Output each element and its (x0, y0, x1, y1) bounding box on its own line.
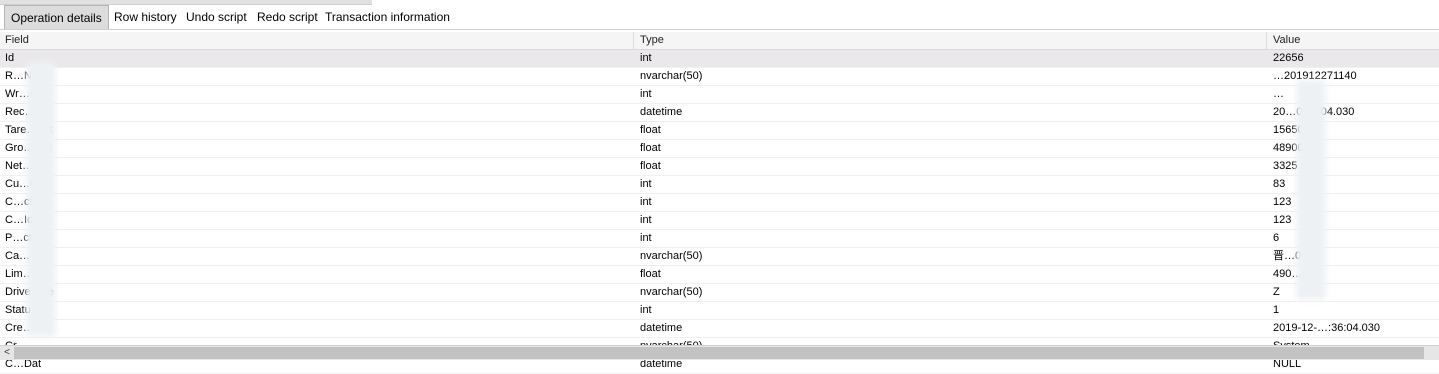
table-row[interactable]: Cu…erId int 83 (0, 176, 1439, 194)
table-row[interactable]: Lim…ber float 490… (0, 266, 1439, 284)
table-row[interactable]: Wr…dId int … (0, 86, 1439, 104)
cell-field[interactable]: Wr…dId (0, 86, 625, 103)
cell-value[interactable]: 6 (1268, 230, 1439, 247)
grid-body: Idint22656R…Nonvarchar(50)…201912271140W… (0, 50, 1439, 374)
cell-value[interactable]: 2019-12-…:36:04.030 (1268, 320, 1439, 337)
cell-value[interactable]: 123 (1268, 212, 1439, 229)
cell-type[interactable]: datetime (635, 104, 1250, 121)
table-row[interactable]: C…Id int 123 (0, 212, 1439, 230)
cell-field[interactable]: Net…ght (0, 158, 625, 175)
column-header-type[interactable]: Type (635, 32, 664, 49)
cell-field[interactable]: Statu… (0, 302, 625, 319)
cell-field[interactable]: Id (0, 50, 625, 67)
scroll-left-arrow[interactable]: < (0, 346, 14, 360)
table-row[interactable]: Statu… int 1 (0, 302, 1439, 320)
cell-value[interactable]: 22656 (1268, 50, 1439, 67)
table-row[interactable]: Cre…te datetime 2019-12-…:36:04.030 (0, 320, 1439, 338)
privacy-blur-field (26, 62, 56, 337)
table-row[interactable]: R…No nvarchar(50) …201912271140 (0, 68, 1439, 86)
cell-field[interactable]: Cre…te (0, 320, 625, 337)
cell-type[interactable]: nvarchar(50) (635, 68, 1250, 85)
cell-field[interactable]: Cu…erId (0, 176, 625, 193)
tab-bar: Operation details Row history Undo scrip… (0, 5, 1439, 30)
table-row[interactable]: P…ctId int 6 (0, 230, 1439, 248)
cell-field[interactable]: Drive…ne (0, 284, 625, 301)
cell-type[interactable]: float (635, 266, 1250, 283)
cell-value[interactable]: 3325 (1268, 158, 1439, 175)
cell-type[interactable]: int (635, 194, 1250, 211)
privacy-blur-value (1296, 80, 1326, 300)
tab-undo-script[interactable]: Undo script (186, 5, 247, 29)
cell-type[interactable]: float (635, 140, 1250, 157)
cell-type[interactable]: datetime (635, 320, 1250, 337)
cell-value[interactable]: 83 (1268, 176, 1439, 193)
tab-row-history[interactable]: Row history (114, 5, 177, 29)
table-row[interactable]: Net…ght float 3325 (0, 158, 1439, 176)
tab-operation-details[interactable]: Operation details (4, 5, 109, 29)
tab-redo-script[interactable]: Redo script (257, 5, 318, 29)
table-row[interactable]: Drive…ne nvarchar(50) Z (0, 284, 1439, 302)
table-row[interactable]: Ca… nvarchar(50) 晋…0X (0, 248, 1439, 266)
cell-value[interactable]: 晋…0X (1268, 248, 1439, 265)
cell-field[interactable]: P…ctId (0, 230, 625, 247)
cell-field[interactable]: Lim…ber (0, 266, 625, 283)
cell-type[interactable]: nvarchar(50) (635, 284, 1250, 301)
table-row[interactable]: Tare…ght float 15650 (0, 122, 1439, 140)
cell-value[interactable]: 1 (1268, 302, 1439, 319)
column-header-value[interactable]: Value (1268, 32, 1300, 49)
cell-value[interactable]: 48900 (1268, 140, 1439, 157)
cell-type[interactable]: float (635, 122, 1250, 139)
table-row[interactable]: C…ctId int 123 (0, 194, 1439, 212)
table-row[interactable]: Rec…ate datetime 20…0:36:04.030 (0, 104, 1439, 122)
table-row[interactable]: Id int 22656 (0, 50, 1439, 68)
cell-value[interactable]: … (1268, 86, 1439, 103)
cell-field[interactable]: Ca… (0, 248, 625, 265)
scroll-thumb[interactable] (14, 347, 1424, 359)
cell-value[interactable]: 490… (1268, 266, 1439, 283)
cell-type[interactable]: float (635, 158, 1250, 175)
cell-field[interactable]: C…Id (0, 212, 625, 229)
grid-header: Field Type Value (0, 32, 1439, 50)
cell-field[interactable]: C…ctId (0, 194, 625, 211)
cell-field[interactable]: Gro…ight (0, 140, 625, 157)
cell-value[interactable]: 15650 (1268, 122, 1439, 139)
cell-field[interactable]: R…No (0, 68, 625, 85)
cell-type[interactable]: int (635, 176, 1250, 193)
cell-type[interactable]: int (635, 50, 1250, 67)
cell-type[interactable]: nvarchar(50) (635, 248, 1250, 265)
cell-field[interactable]: Rec…ate (0, 104, 625, 121)
column-divider[interactable] (633, 32, 634, 49)
column-header-field[interactable]: Field (0, 32, 29, 49)
cell-type[interactable]: int (635, 230, 1250, 247)
cell-field[interactable]: Tare…ght (0, 122, 625, 139)
horizontal-scrollbar[interactable]: < (0, 345, 1439, 360)
cell-value[interactable]: Z (1268, 284, 1439, 301)
cell-type[interactable]: int (635, 302, 1250, 319)
cell-value[interactable]: 123 (1268, 194, 1439, 211)
table-row[interactable]: Gro…ight float 48900 (0, 140, 1439, 158)
cell-value[interactable]: 20…0:36:04.030 (1268, 104, 1439, 121)
cell-type[interactable]: int (635, 212, 1250, 229)
cell-type[interactable]: int (635, 86, 1250, 103)
cell-value[interactable]: …201912271140 (1268, 68, 1439, 85)
column-divider[interactable] (1266, 32, 1267, 49)
tab-transaction-information[interactable]: Transaction information (325, 5, 450, 29)
